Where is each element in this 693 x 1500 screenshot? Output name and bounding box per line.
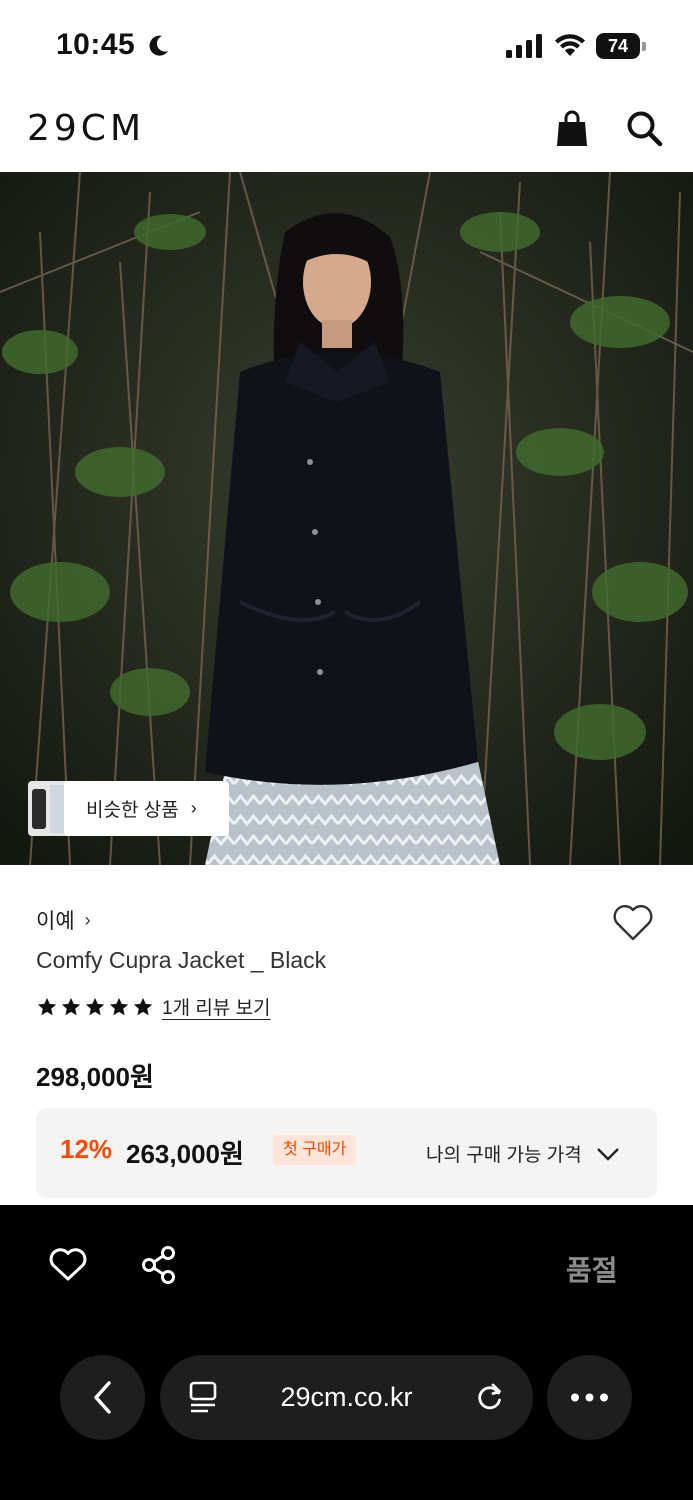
chevron-down-icon [596, 1147, 619, 1161]
star-icon [85, 997, 105, 1015]
chevron-right-icon: › [84, 909, 91, 930]
address-bar[interactable]: 29cm.co.kr [160, 1355, 533, 1440]
heart-icon[interactable] [48, 1247, 88, 1283]
bottom-action-bar: 품절 29cm.co.kr [0, 1205, 693, 1500]
star-icon [37, 997, 57, 1015]
review-link[interactable]: 1개 리뷰 보기 [162, 993, 271, 1020]
similar-products-label: 비슷한 상품 [86, 800, 179, 821]
my-price-label: 나의 구매 가능 가격 [426, 1145, 582, 1166]
moon-icon [149, 35, 168, 56]
search-icon[interactable] [624, 108, 664, 148]
sold-out-label: 품절 [566, 1255, 618, 1286]
similar-products-label-box: 비슷한 상품 › [64, 781, 229, 836]
reload-icon[interactable] [474, 1381, 506, 1413]
star-icon [133, 997, 153, 1015]
product-photo [0, 172, 693, 865]
similar-product-thumbnail [28, 781, 68, 836]
more-icon [571, 1393, 608, 1402]
sale-price: 263,000원 [126, 1139, 244, 1169]
original-price: 298,000원 [36, 1062, 154, 1092]
status-time: 10:45 [56, 28, 136, 61]
chevron-left-icon [94, 1381, 111, 1414]
purchase-price-box[interactable]: 12% 263,000원 첫 구매가 나의 구매 가능 가격 [36, 1108, 657, 1198]
chevron-right-icon: › [190, 798, 197, 818]
product-name: Comfy Cupra Jacket _ Black [36, 947, 327, 973]
logo[interactable]: 29CM [27, 108, 145, 149]
share-icon[interactable] [140, 1245, 178, 1285]
first-purchase-badge: 첫 구매가 [273, 1135, 357, 1165]
discount-rate: 12% [60, 1134, 113, 1164]
similar-products-button[interactable]: 비슷한 상품 › [28, 781, 229, 836]
cellular-signal-icon [506, 34, 542, 58]
star-icon [109, 997, 129, 1015]
brand-name: 이예 [36, 910, 75, 933]
wifi-icon [555, 34, 585, 56]
product-image[interactable] [0, 172, 693, 865]
brand-link[interactable]: 이예 › [36, 905, 91, 935]
more-options-button[interactable] [547, 1355, 632, 1440]
status-bar: 10:45 74 [0, 0, 693, 92]
star-icon [61, 997, 81, 1015]
product-info: 이예 › Comfy Cupra Jacket _ Black 1개 리뷰 보기… [0, 865, 693, 1205]
rating-row: 1개 리뷰 보기 [36, 993, 271, 1020]
app-header: 29CM [0, 92, 693, 172]
shopping-bag-icon[interactable] [552, 108, 592, 148]
heart-outline-icon[interactable] [610, 901, 656, 943]
browser-back-button[interactable] [60, 1355, 145, 1440]
my-price-toggle[interactable]: 나의 구매 가능 가격 [426, 1140, 620, 1167]
rating-stars [36, 996, 154, 1018]
battery-indicator: 74 [596, 33, 646, 59]
